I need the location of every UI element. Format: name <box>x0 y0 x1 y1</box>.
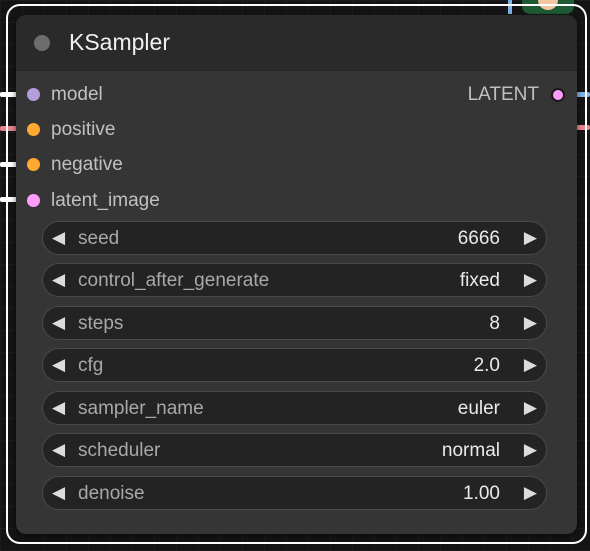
widget-cfg[interactable]: ◀ cfg 2.0 ▶ <box>42 348 547 382</box>
widget-label: sampler_name <box>78 398 204 419</box>
widget-label: scheduler <box>78 440 161 461</box>
slot-dot-icon[interactable] <box>27 194 40 207</box>
widget-label: denoise <box>78 483 145 504</box>
widget-scheduler[interactable]: ◀ scheduler normal ▶ <box>42 433 547 467</box>
widget-value[interactable]: 8 <box>489 313 500 335</box>
widget-value[interactable]: euler <box>458 398 500 420</box>
decrement-arrow-icon[interactable]: ◀ <box>52 270 65 290</box>
increment-arrow-icon[interactable]: ▶ <box>524 440 537 460</box>
slot-dot-icon[interactable] <box>27 158 40 171</box>
increment-arrow-icon[interactable]: ▶ <box>524 398 537 418</box>
widget-denoise[interactable]: ◀ denoise 1.00 ▶ <box>42 476 547 510</box>
decrement-arrow-icon[interactable]: ◀ <box>52 228 65 248</box>
decrement-arrow-icon[interactable]: ◀ <box>52 355 65 375</box>
widget-label: seed <box>78 228 120 249</box>
widget-value[interactable]: 6666 <box>458 228 500 250</box>
input-slot-positive[interactable]: positive <box>16 118 577 142</box>
slot-label: negative <box>51 154 123 175</box>
widget-sampler-name[interactable]: ◀ sampler_name euler ▶ <box>42 391 547 425</box>
widget-value[interactable]: fixed <box>460 270 500 292</box>
input-slot-negative[interactable]: negative <box>16 153 577 177</box>
output-dot-icon[interactable] <box>551 88 565 102</box>
widget-value[interactable]: 2.0 <box>474 355 500 377</box>
widget-value[interactable]: normal <box>442 440 500 462</box>
slot-dot-icon[interactable] <box>27 123 40 136</box>
widget-label: steps <box>78 313 124 334</box>
node-title: KSampler <box>69 29 170 55</box>
widget-control-after-generate[interactable]: ◀ control_after_generate fixed ▶ <box>42 263 547 297</box>
decrement-arrow-icon[interactable]: ◀ <box>52 440 65 460</box>
ksampler-node[interactable]: KSampler model positive negative latent_… <box>16 15 577 534</box>
widget-steps[interactable]: ◀ steps 8 ▶ <box>42 306 547 340</box>
increment-arrow-icon[interactable]: ▶ <box>524 313 537 333</box>
increment-arrow-icon[interactable]: ▶ <box>524 355 537 375</box>
slot-label: latent_image <box>51 190 160 211</box>
widget-label: cfg <box>78 355 104 376</box>
output-slot-latent[interactable]: LATENT <box>16 83 577 107</box>
increment-arrow-icon[interactable]: ▶ <box>524 483 537 503</box>
widget-label: control_after_generate <box>78 270 270 291</box>
decrement-arrow-icon[interactable]: ◀ <box>52 483 65 503</box>
widget-seed[interactable]: ◀ seed 6666 ▶ <box>42 221 547 255</box>
increment-arrow-icon[interactable]: ▶ <box>524 228 537 248</box>
input-slot-latent-image[interactable]: latent_image <box>16 189 577 213</box>
decrement-arrow-icon[interactable]: ◀ <box>52 398 65 418</box>
widget-value[interactable]: 1.00 <box>463 483 500 505</box>
node-header[interactable]: KSampler <box>16 15 577 71</box>
output-label: LATENT <box>467 84 539 105</box>
collapse-toggle[interactable] <box>34 35 50 51</box>
slot-label: positive <box>51 119 116 140</box>
increment-arrow-icon[interactable]: ▶ <box>524 270 537 290</box>
decrement-arrow-icon[interactable]: ◀ <box>52 313 65 333</box>
